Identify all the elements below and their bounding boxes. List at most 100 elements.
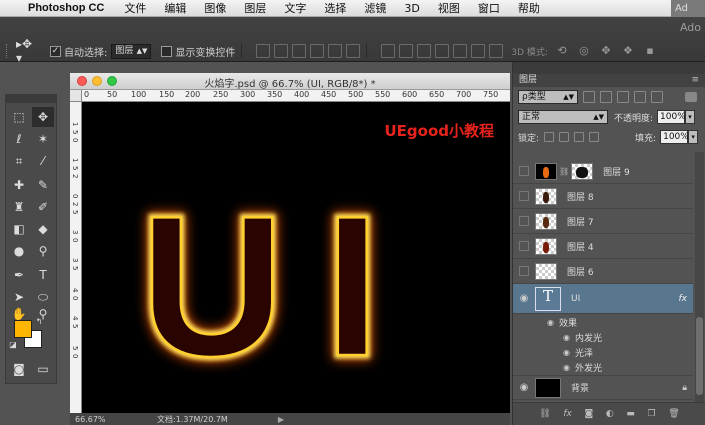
panel-dock-bar[interactable] (513, 62, 705, 74)
menu-file[interactable]: 文件 (124, 0, 146, 16)
align-top-icon[interactable] (256, 44, 271, 58)
eyedropper-tool-icon[interactable]: ⁄ (32, 151, 54, 171)
canvas[interactable]: UI UI UI UEgood小教程 (82, 102, 510, 413)
eye-icon[interactable]: ◉ (513, 382, 535, 393)
menu-window[interactable]: 窗口 (478, 0, 500, 16)
marquee-tool-icon[interactable]: ⬚ (8, 107, 30, 127)
fx-icon[interactable]: fx (563, 409, 572, 419)
distribute-top-icon[interactable] (381, 44, 396, 58)
layer-row[interactable]: 图层 6 (513, 259, 693, 284)
menu-select[interactable]: 选择 (324, 0, 346, 16)
mask-icon[interactable]: ◙ (585, 409, 594, 419)
lasso-tool-icon[interactable]: ℓ (8, 129, 30, 149)
layers-scrollbar[interactable] (695, 152, 704, 402)
move-tool-icon[interactable]: ✥ (32, 107, 54, 127)
vertical-ruler[interactable]: 1 5 0 1 5 2 0 2 5 3 0 3 5 4 0 4 5 5 0 (70, 102, 82, 413)
menu-image[interactable]: 图像 (204, 0, 226, 16)
lock-transparent-icon[interactable] (544, 132, 555, 142)
auto-select-dropdown[interactable]: 图层 ▲▼ (111, 43, 152, 59)
tools-panel-header[interactable] (6, 95, 56, 103)
ellipse-tool-icon[interactable]: ⬭ (32, 287, 54, 307)
visibility-toggle[interactable] (519, 216, 529, 226)
visibility-toggle[interactable] (519, 266, 529, 276)
eye-icon[interactable]: ◉ (513, 293, 535, 304)
eye-icon[interactable]: ◉ (547, 318, 559, 327)
layer-row[interactable]: ◉ 背景 🔒︎ (513, 375, 693, 400)
distribute-left-icon[interactable] (435, 44, 450, 58)
3d-slide-icon[interactable]: ❖ (620, 44, 636, 58)
lock-all-icon[interactable] (589, 132, 600, 142)
distribute-bottom-icon[interactable] (417, 44, 432, 58)
trash-icon[interactable]: 🗑︎ (668, 409, 679, 419)
filter-smart-object-icon[interactable] (651, 91, 663, 103)
zoom-level[interactable]: 66.67% (75, 415, 115, 424)
3d-rotate-icon[interactable]: ⟲ (554, 44, 570, 58)
group-icon[interactable]: ▬ (626, 409, 635, 419)
filter-adjustment-icon[interactable] (600, 91, 612, 103)
lock-image-icon[interactable] (559, 132, 570, 142)
effect-item[interactable]: ◉ 光泽 (563, 345, 693, 360)
panel-menu-icon[interactable]: ≡ (691, 74, 699, 87)
link-icon[interactable]: ⛓ (559, 167, 569, 176)
fill-slider-toggle[interactable]: ▾ (688, 130, 699, 144)
eye-icon[interactable]: ◉ (563, 333, 575, 342)
filter-pixel-icon[interactable] (583, 91, 595, 103)
3d-roll-icon[interactable]: ◎ (576, 44, 592, 58)
path-selection-tool-icon[interactable]: ➤ (8, 287, 30, 307)
menu-help[interactable]: 帮助 (518, 0, 540, 16)
swap-colors-icon[interactable]: ↰ (34, 317, 44, 327)
ruler-origin[interactable] (70, 90, 82, 102)
type-tool-icon[interactable]: T (32, 265, 54, 285)
align-hcenter-icon[interactable] (328, 44, 343, 58)
horizontal-ruler[interactable]: 0 50 100 150 200 250 300 350 400 450 500… (82, 90, 510, 102)
effect-item[interactable]: ◉ 外发光 (563, 360, 693, 375)
pen-tool-icon[interactable]: ✒ (8, 265, 30, 285)
align-vcenter-icon[interactable] (274, 44, 289, 58)
new-layer-icon[interactable]: ❐ (647, 409, 655, 419)
menu-filter[interactable]: 滤镜 (364, 0, 386, 16)
fx-icon[interactable]: fx (679, 294, 688, 304)
eye-icon[interactable]: ◉ (563, 348, 575, 357)
dodge-tool-icon[interactable]: ⚲ (32, 241, 54, 261)
menu-layer[interactable]: 图层 (244, 0, 266, 16)
filter-kind-dropdown[interactable]: ρ类型 ▲▼ (518, 90, 578, 104)
filter-type-icon[interactable] (617, 91, 629, 103)
app-name-menu[interactable]: Photoshop CC (28, 2, 104, 14)
layers-panel-header[interactable]: 图层 ≡ (513, 74, 705, 87)
layer-row[interactable]: 图层 7 (513, 209, 693, 234)
menu-edit[interactable]: 编辑 (164, 0, 186, 16)
grip-handle[interactable] (6, 44, 12, 58)
layer-row[interactable]: ⛓ 图层 9 (513, 159, 693, 184)
visibility-toggle[interactable] (519, 241, 529, 251)
layer-row[interactable]: 图层 8 (513, 184, 693, 209)
blend-mode-dropdown[interactable]: 正常 ▲▼ (518, 110, 608, 124)
screen-mode-icon[interactable]: ▭ (32, 359, 54, 379)
foreground-color-swatch[interactable] (14, 320, 32, 338)
visibility-toggle[interactable] (519, 191, 529, 201)
history-brush-tool-icon[interactable]: ✐ (32, 197, 54, 217)
adjustment-icon[interactable]: ◐ (606, 409, 614, 419)
distribute-hcenter-icon[interactable] (453, 44, 468, 58)
auto-select-checkbox[interactable]: ✓ (50, 45, 61, 57)
brush-tool-icon[interactable]: ✎ (32, 175, 54, 195)
lock-position-icon[interactable] (574, 132, 585, 142)
distribute-vcenter-icon[interactable] (399, 44, 414, 58)
align-left-icon[interactable] (310, 44, 325, 58)
status-menu-icon[interactable]: ▶ (278, 415, 284, 424)
default-colors-icon[interactable]: ◪ (8, 340, 18, 350)
opacity-input[interactable]: 100% (657, 110, 686, 124)
link-icon[interactable]: ⛓ (539, 409, 550, 419)
eye-icon[interactable]: ◉ (563, 363, 575, 372)
align-bottom-icon[interactable] (292, 44, 307, 58)
effects-header[interactable]: ◉ 效果 (547, 315, 693, 330)
align-right-icon[interactable] (346, 44, 361, 58)
filter-shape-icon[interactable] (634, 91, 646, 103)
blur-tool-icon[interactable]: ● (8, 241, 30, 261)
eraser-tool-icon[interactable]: ◧ (8, 219, 30, 239)
quick-mask-icon[interactable]: ◙ (8, 359, 30, 379)
visibility-toggle[interactable] (519, 166, 529, 176)
magic-wand-tool-icon[interactable]: ✶ (32, 129, 54, 149)
layer-row-selected[interactable]: ◉ T UI fx (513, 284, 693, 314)
fill-input[interactable]: 100% (660, 130, 689, 144)
crop-tool-icon[interactable]: ⌗ (8, 151, 30, 171)
